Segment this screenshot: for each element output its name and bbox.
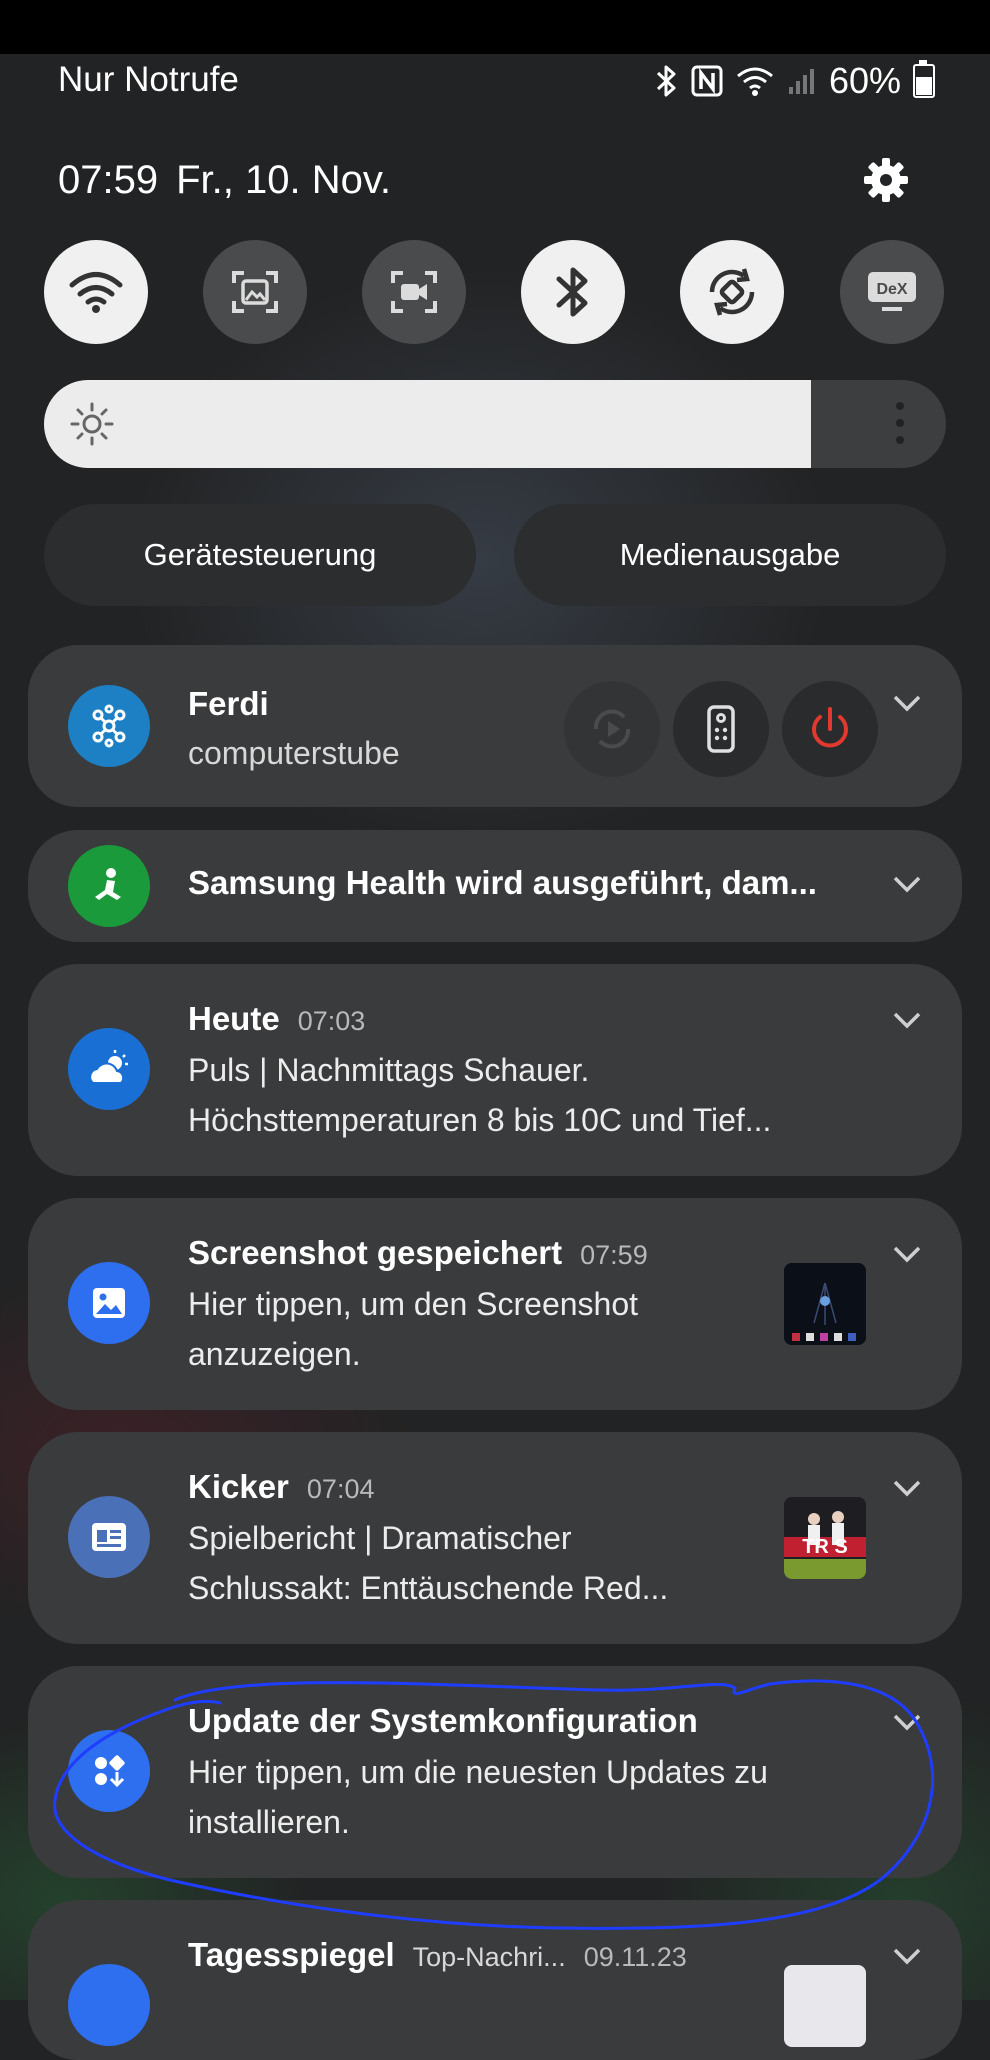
screenshot-thumbnail[interactable]	[784, 1263, 866, 1345]
notification-time: 07:59	[580, 1240, 648, 1270]
notification-heute[interactable]: Heute 07:03 Puls | Nachmittags Schauer. H…	[28, 964, 962, 1176]
notification-line-1: Hier tippen, um den Screenshot	[188, 1286, 639, 1322]
notification-title-row: Screenshot gespeichert 07:59	[188, 1234, 648, 1272]
battery-percent: 60%	[828, 60, 901, 101]
settings-gear-icon[interactable]	[862, 156, 910, 204]
remote-button[interactable]	[673, 681, 769, 777]
smartthings-icon	[68, 685, 150, 767]
image-icon	[68, 1262, 150, 1344]
tagesspiegel-thumbnail[interactable]	[784, 1965, 866, 2047]
media-output-label: Medienausgabe	[619, 537, 841, 572]
auto-rotate-icon	[709, 268, 755, 316]
remote-icon	[707, 705, 735, 753]
notification-time: 09.11.23	[583, 1942, 687, 1972]
clock-date-row: 07:59 Fr., 10. Nov.	[58, 158, 391, 203]
notification-title-row: Heute 07:03	[188, 1000, 365, 1038]
notification-line-2: Höchsttemperaturen 8 bis 10C und Tief...	[188, 1102, 772, 1138]
dex-label: DeX	[876, 281, 907, 298]
notification-line-2: anzuzeigen.	[188, 1336, 361, 1372]
notification-tagesspiegel[interactable]: Tagesspiegel Top-Nachri... 09.11.23	[28, 1900, 962, 2060]
screenshot-toggle[interactable]	[203, 240, 307, 344]
notification-title: Heute	[188, 1000, 280, 1037]
notification-line-1: Puls | Nachmittags Schauer.	[188, 1052, 590, 1088]
notification-samsung-health[interactable]: Samsung Health wird ausgeführt, dam...	[28, 830, 962, 942]
power-button[interactable]	[782, 681, 878, 777]
brightness-level-fill	[44, 380, 811, 468]
notification-title: Samsung Health wird ausgeführt, dam...	[188, 864, 817, 901]
notification-line-2: Schlussakt: Enttäuschende Red...	[188, 1570, 669, 1606]
power-icon	[812, 707, 848, 748]
update-icon	[68, 1730, 150, 1812]
kicker-thumbnail-text: TR S	[802, 1536, 848, 1558]
chevron-down-icon[interactable]	[892, 874, 922, 894]
wifi-status-icon	[736, 67, 773, 96]
device-control-label: Gerätesteuerung	[143, 537, 377, 572]
notification-title: Tagesspiegel	[188, 1936, 395, 1973]
chevron-down-icon[interactable]	[892, 1478, 922, 1498]
notification-line-1: Spielbericht | Dramatischer	[188, 1520, 572, 1556]
notification-title-row: Tagesspiegel Top-Nachri... 09.11.23	[188, 1936, 687, 1974]
chevron-down-icon[interactable]	[892, 1946, 922, 1966]
bluetooth-status-icon	[656, 65, 676, 97]
chevron-down-icon[interactable]	[892, 1010, 922, 1030]
bluetooth-icon	[556, 267, 588, 317]
brightness-sun-icon	[70, 402, 114, 446]
status-icons: 60%	[655, 60, 935, 102]
clock-time: 07:59	[58, 158, 159, 202]
device-control-button[interactable]: Gerätesteuerung	[44, 504, 476, 606]
notification-time: 07:04	[306, 1474, 375, 1504]
notification-subtitle: computerstube	[188, 735, 400, 771]
brightness-slider[interactable]	[44, 380, 946, 468]
carrier-text: Nur Notrufe	[58, 60, 239, 99]
notification-title: Update der Systemkonfiguration	[188, 1702, 698, 1739]
wifi-icon	[69, 272, 123, 313]
notification-time: 07:03	[297, 1006, 366, 1036]
news-icon	[68, 1496, 150, 1578]
top-black-bar	[0, 0, 990, 54]
samsung-health-icon	[68, 845, 150, 927]
notification-kicker[interactable]: Kicker 07:04 Spielbericht | Dramatischer …	[28, 1432, 962, 1644]
dex-icon: DeX	[868, 272, 916, 311]
sync-button[interactable]	[564, 681, 660, 777]
quick-settings-row: DeX	[44, 240, 944, 344]
notification-title: Ferdi	[188, 685, 269, 722]
chevron-down-icon[interactable]	[892, 693, 922, 713]
screen-recorder-toggle[interactable]	[362, 240, 466, 344]
chevron-down-icon[interactable]	[892, 1712, 922, 1732]
notification-line-1: Hier tippen, um die neuesten Updates zu	[188, 1754, 768, 1790]
brightness-more-icon[interactable]	[896, 402, 906, 453]
bluetooth-toggle[interactable]	[521, 240, 625, 344]
battery-icon	[913, 60, 935, 98]
signal-icon	[788, 69, 814, 94]
nfc-icon	[691, 65, 723, 97]
sync-play-icon	[593, 709, 631, 749]
notification-line-2: installieren.	[188, 1804, 350, 1840]
clock-date: Fr., 10. Nov.	[176, 158, 391, 202]
kicker-thumbnail[interactable]: TR S	[784, 1497, 866, 1579]
chevron-down-icon[interactable]	[892, 1244, 922, 1264]
notification-system-update[interactable]: Update der Systemkonfiguration Hier tipp…	[28, 1666, 962, 1878]
tagesspiegel-icon	[68, 1964, 150, 2046]
notification-ferdi[interactable]: Ferdi computerstube	[28, 645, 962, 807]
dex-toggle[interactable]: DeX	[840, 240, 944, 344]
media-output-button[interactable]: Medienausgabe	[514, 504, 946, 606]
wifi-toggle[interactable]	[44, 240, 148, 344]
screenshot-icon	[232, 271, 278, 313]
notification-title-row: Kicker 07:04	[188, 1468, 374, 1506]
auto-rotate-toggle[interactable]	[680, 240, 784, 344]
battery-level-fill	[916, 77, 932, 95]
notification-title: Kicker	[188, 1468, 289, 1505]
notification-title: Screenshot gespeichert	[188, 1234, 563, 1271]
notification-screenshot[interactable]: Screenshot gespeichert 07:59 Hier tippen,…	[28, 1198, 962, 1410]
notification-category: Top-Nachri...	[412, 1942, 566, 1972]
screen-recorder-icon	[391, 271, 437, 313]
weather-icon	[68, 1028, 150, 1110]
